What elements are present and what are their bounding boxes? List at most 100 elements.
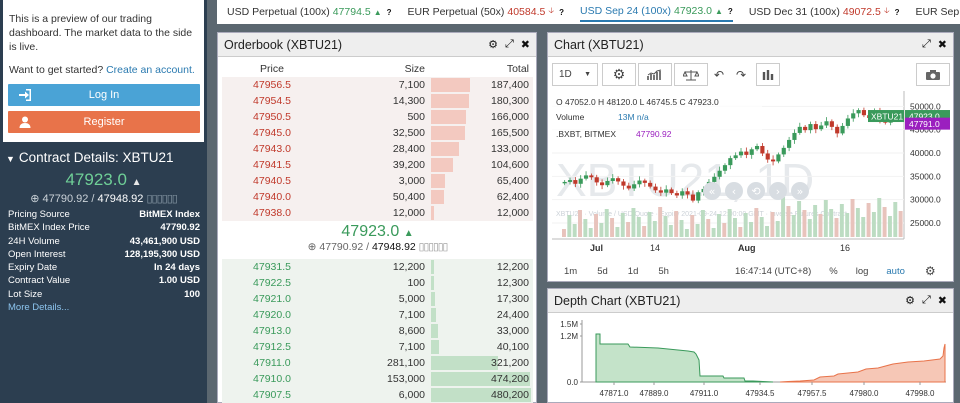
depth-chart-svg[interactable]: 1.5M 1.2M 0.0 47871.0 47889.0 47911.0 47934.5 4…: [548, 314, 953, 403]
info-icon[interactable]: ?: [559, 8, 564, 17]
column-price: Price: [260, 63, 284, 75]
bid-row[interactable]: 47912.5 7,100 40,100: [222, 339, 533, 355]
expand-icon[interactable]: ⤢: [922, 294, 931, 307]
candle: [621, 181, 626, 186]
bid-row[interactable]: 47907.5 6,000 480,200: [222, 387, 533, 403]
chart-time: 16:47:14 (UTC+8): [734, 265, 812, 277]
candle: [819, 125, 824, 130]
ask-row[interactable]: 47941.5 39,200 104,600: [222, 157, 533, 173]
order-total-value: 12,000: [496, 207, 529, 219]
volume-bar: [871, 212, 876, 237]
ask-row[interactable]: 47950.5 500 166,000: [222, 109, 533, 125]
order-total: 12,300: [429, 275, 533, 291]
order-total-value: 165,500: [491, 127, 529, 139]
info-icon[interactable]: ?: [387, 8, 392, 17]
settings-button[interactable]: ⚙: [602, 63, 636, 86]
contract-details-title: Contract Details: XBTU21: [18, 150, 174, 165]
range-1d[interactable]: 1d: [628, 266, 639, 277]
expand-icon[interactable]: ⤢: [505, 38, 514, 51]
ask-row[interactable]: 47956.5 7,100 187,400: [222, 77, 533, 93]
close-icon[interactable]: ✖: [938, 294, 947, 307]
undo-icon[interactable]: ↶: [708, 63, 730, 86]
nav-icon: «: [709, 185, 716, 198]
order-total: 480,200: [429, 387, 533, 403]
range-5d[interactable]: 5d: [597, 266, 608, 277]
contract-index-price: 47790.92: [42, 193, 89, 205]
compare-button[interactable]: [674, 63, 708, 86]
volume-bar: [674, 211, 679, 237]
bar-style-button[interactable]: [756, 63, 780, 86]
ask-row[interactable]: 47943.0 28,400 133,000: [222, 141, 533, 157]
y-tick-label: 50000.0: [910, 101, 941, 111]
close-icon[interactable]: ✖: [521, 38, 530, 51]
candle: [690, 194, 695, 201]
close-icon[interactable]: ✖: [938, 38, 947, 51]
gear-icon[interactable]: ⚙: [905, 294, 915, 307]
gear-icon[interactable]: ⚙: [925, 264, 936, 278]
ticker-item[interactable]: EUR Sep 24 (50x): [915, 6, 960, 18]
login-button[interactable]: Log In: [8, 84, 200, 106]
register-label: Register: [83, 116, 125, 128]
bids-list: 47931.5 12,200 12,200 47922.5 100 12,300 47921…: [222, 259, 533, 403]
ticker-item[interactable]: USD Perpetual (100x) 47794.5 ▲?: [227, 6, 392, 18]
scale-log[interactable]: log: [856, 266, 869, 277]
more-details-link[interactable]: More Details...: [8, 302, 200, 313]
order-size: 153,000: [387, 373, 425, 385]
order-total: 474,200: [429, 371, 533, 387]
order-size: 100: [407, 277, 425, 289]
depth-bar: [431, 110, 466, 124]
order-total: 133,000: [429, 141, 533, 157]
ticker-item[interactable]: USD Sep 24 (100x) 47923.0 ▲?: [579, 2, 733, 22]
gear-icon[interactable]: ⚙: [488, 38, 498, 51]
ask-row[interactable]: 47938.0 12,000 12,000: [222, 205, 533, 221]
candle: [562, 181, 567, 184]
scale-auto[interactable]: auto: [886, 266, 905, 277]
info-icon[interactable]: ?: [895, 8, 900, 17]
volume-bar: [834, 218, 839, 237]
ask-row[interactable]: 47954.5 14,300 180,300: [222, 93, 533, 109]
bid-row[interactable]: 47911.0 281,100 321,200: [222, 355, 533, 371]
order-total: 65,400: [429, 173, 533, 189]
contract-detail-row: Pricing Source BitMEX Index: [8, 208, 200, 221]
screenshot-button[interactable]: [916, 63, 950, 86]
ask-row[interactable]: 47940.0 50,400 62,400: [222, 189, 533, 205]
range-1m[interactable]: 1m: [564, 266, 577, 277]
ask-row[interactable]: 47945.0 32,500 165,500: [222, 125, 533, 141]
volume-bar: [898, 211, 903, 237]
order-size: 6,000: [398, 389, 425, 401]
bid-row[interactable]: 47910.0 153,000 474,200: [222, 371, 533, 387]
detail-label: Lot Size: [8, 288, 43, 300]
chevron-down-icon: ▼: [6, 154, 15, 164]
redo-icon[interactable]: ↷: [730, 63, 752, 86]
expand-icon[interactable]: ⤢: [922, 38, 931, 51]
contract-details-header[interactable]: ▼ Contract Details: XBTU21: [0, 148, 207, 168]
bid-row[interactable]: 47913.0 8,600 33,000: [222, 323, 533, 339]
chart-title: Chart (XBTU21): [554, 37, 644, 52]
bid-row[interactable]: 47920.0 7,100 24,400: [222, 307, 533, 323]
interval-select[interactable]: 1D ▼: [552, 63, 598, 86]
volume-bar: [775, 221, 780, 237]
contract-fair-price: 47948.92: [97, 193, 144, 205]
ticker-item[interactable]: EUR Perpetual (50x) 40584.5 🡣?: [408, 5, 564, 19]
register-button[interactable]: Register: [8, 111, 200, 133]
price-chart[interactable]: XBTU21, 1D XBTU21 · Volume / USD Quote · …: [552, 91, 950, 259]
bid-row[interactable]: 47931.5 12,200 12,200: [222, 259, 533, 275]
info-icon[interactable]: ?: [728, 7, 733, 16]
candle: [696, 192, 701, 201]
ticker-item[interactable]: USD Dec 31 (100x) 49072.5 🡣?: [749, 5, 900, 19]
depth-y-tick: 0.0: [567, 378, 579, 387]
bid-row[interactable]: 47922.5 100 12,300: [222, 275, 533, 291]
indicators-button[interactable]: [638, 63, 672, 86]
candle: [776, 154, 781, 162]
chevron-down-icon: ▼: [584, 71, 591, 78]
bid-row[interactable]: 47921.0 5,000 17,300: [222, 291, 533, 307]
range-5h[interactable]: 5h: [658, 266, 669, 277]
arrow-up-icon: ▲: [403, 228, 414, 239]
order-price: 47954.5: [253, 95, 291, 107]
ask-row[interactable]: 47940.5 3,000 65,400: [222, 173, 533, 189]
volume-bar: [733, 218, 737, 237]
create-account-link[interactable]: Create an account.: [106, 64, 195, 76]
scale-percent[interactable]: %: [829, 266, 837, 277]
order-total: 12,200: [429, 259, 533, 275]
order-total-value: 480,200: [491, 389, 529, 401]
